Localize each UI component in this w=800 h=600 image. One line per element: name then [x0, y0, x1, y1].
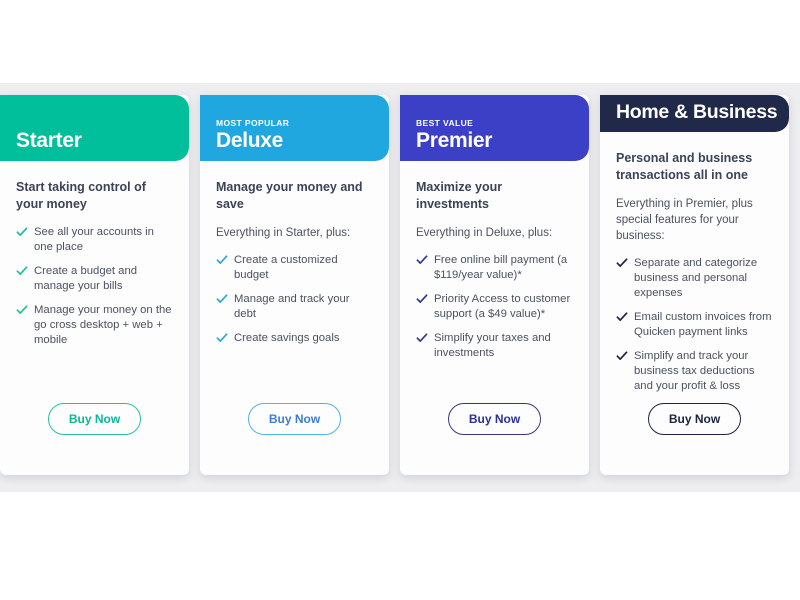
check-icon	[216, 293, 228, 305]
feature-item: Separate and categorize business and per…	[616, 256, 773, 301]
feature-list-deluxe: Create a customized budget Manage and tra…	[216, 253, 373, 355]
buy-now-button-deluxe[interactable]: Buy Now	[247, 403, 342, 435]
feature-item: Priority Access to customer support (a $…	[416, 292, 573, 322]
feature-label: Create a budget and manage your bills	[34, 265, 138, 292]
buy-now-button-home-and-business[interactable]: Buy Now	[647, 403, 742, 435]
feature-item: Manage your money on the go cross deskto…	[16, 303, 173, 348]
feature-item: Free online bill payment (a $119/year va…	[416, 253, 573, 283]
plan-tagline-premier: Maximize your investments	[416, 180, 503, 211]
plan-name-deluxe: Deluxe	[216, 129, 284, 152]
card-body-deluxe: Manage your money and save Everything in …	[200, 161, 389, 475]
pricing-card-list: Starter Start taking control of your mone…	[0, 95, 800, 475]
ribbon-label-deluxe: MOST POPULAR	[216, 118, 290, 128]
plan-tagline-home-and-business: Personal and business transactions all i…	[616, 151, 753, 182]
feature-label: Simplify your taxes and investments	[434, 332, 551, 359]
buy-button-container-premier: Buy Now	[416, 403, 573, 475]
buy-now-button-premier[interactable]: Buy Now	[447, 403, 542, 435]
buy-button-container-home-and-business: Buy Now	[616, 403, 773, 475]
card-header-home-and-business: Home & Business	[600, 95, 789, 132]
pricing-card-home-and-business: Home & Business Personal and business tra…	[600, 95, 789, 475]
feature-item: See all your accounts in one place	[16, 225, 173, 255]
feature-item: Create savings goals	[216, 331, 373, 346]
card-header-deluxe: MOST POPULAR Deluxe	[200, 95, 389, 161]
check-icon	[616, 257, 628, 269]
check-icon	[16, 304, 28, 316]
check-icon	[416, 332, 428, 344]
buy-button-container-starter: Buy Now	[16, 403, 173, 475]
check-icon	[416, 293, 428, 305]
check-icon	[616, 350, 628, 362]
feature-label: Manage your money on the go cross deskto…	[34, 304, 172, 346]
pricing-page: Starter Start taking control of your mone…	[0, 0, 800, 600]
feature-list-home-and-business: Separate and categorize business and per…	[616, 256, 773, 403]
feature-label: Simplify and track your business tax ded…	[634, 350, 755, 392]
buy-now-button-starter[interactable]: Buy Now	[47, 403, 142, 435]
plan-name-premier: Premier	[416, 129, 493, 152]
feature-item: Create a customized budget	[216, 253, 373, 283]
plan-inherits-text-deluxe: Everything in Starter, plus:	[216, 227, 351, 239]
feature-item: Manage and track your debt	[216, 292, 373, 322]
check-icon	[616, 311, 628, 323]
plan-tagline-deluxe: Manage your money and save	[216, 180, 363, 211]
feature-list-starter: See all your accounts in one place Create…	[16, 225, 173, 357]
plan-name-home-and-business: Home & Business	[616, 101, 778, 123]
card-body-starter: Start taking control of your money See al…	[0, 161, 189, 475]
feature-item: Simplify and track your business tax ded…	[616, 349, 773, 394]
card-header-premier: BEST VALUE Premier	[400, 95, 589, 161]
feature-item: Simplify your taxes and investments	[416, 331, 573, 361]
check-icon	[216, 254, 228, 266]
feature-item: Email custom invoices from Quicken payme…	[616, 310, 773, 340]
pricing-card-starter: Starter Start taking control of your mone…	[0, 95, 189, 475]
feature-label: Priority Access to customer support (a $…	[434, 293, 571, 320]
feature-label: Manage and track your debt	[234, 293, 350, 320]
pricing-card-premier: BEST VALUE Premier Maximize your investmen…	[400, 95, 589, 475]
check-icon	[216, 332, 228, 344]
check-icon	[16, 226, 28, 238]
feature-label: Create a customized budget	[234, 254, 338, 281]
pricing-card-deluxe: MOST POPULAR Deluxe Manage your money and …	[200, 95, 389, 475]
feature-list-premier: Free online bill payment (a $119/year va…	[416, 253, 573, 370]
plan-tagline-starter: Start taking control of your money	[16, 180, 146, 211]
card-body-home-and-business: Personal and business transactions all i…	[600, 132, 789, 475]
card-body-premier: Maximize your investments Everything in D…	[400, 161, 589, 475]
card-header-starter: Starter	[0, 95, 189, 161]
plan-inherits-text-premier: Everything in Deluxe, plus:	[416, 227, 553, 239]
feature-item: Create a budget and manage your bills	[16, 264, 173, 294]
check-icon	[416, 254, 428, 266]
plan-inherits-text-home-and-business: Everything in Premier, plus special feat…	[616, 198, 753, 242]
feature-label: Email custom invoices from Quicken payme…	[634, 311, 772, 338]
feature-label: Free online bill payment (a $119/year va…	[434, 254, 568, 281]
buy-button-container-deluxe: Buy Now	[216, 403, 373, 475]
feature-label: Separate and categorize business and per…	[634, 257, 758, 299]
check-icon	[16, 265, 28, 277]
feature-label: Create savings goals	[234, 332, 340, 344]
ribbon-label-premier: BEST VALUE	[416, 118, 474, 128]
plan-name-starter: Starter	[16, 129, 82, 152]
feature-label: See all your accounts in one place	[34, 226, 154, 253]
